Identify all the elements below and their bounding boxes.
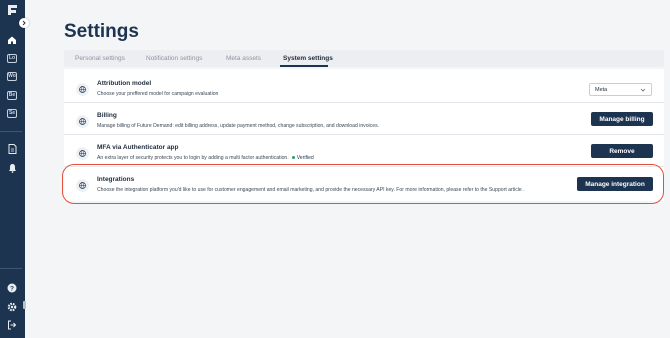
gear-icon[interactable] — [5, 300, 19, 314]
page-title: Settings — [64, 21, 139, 42]
tab-meta-assets[interactable]: Meta assets — [226, 55, 261, 62]
attribution-model-select[interactable]: Meta — [589, 83, 652, 96]
document-icon[interactable] — [5, 142, 19, 156]
tab-personal-settings[interactable]: Personal settings — [75, 55, 125, 62]
attribution-model-row: Attribution model Choose your preffered … — [64, 71, 664, 103]
mfa-row: MFA via Authenticator app An extra layer… — [64, 135, 664, 167]
bell-icon[interactable] — [5, 161, 19, 175]
globe-icon — [76, 147, 89, 160]
globe-icon — [76, 115, 89, 128]
billing-description: Manage billing of Future Demand: edit bi… — [97, 123, 380, 129]
logout-icon[interactable] — [5, 318, 19, 332]
sidebar-divider-bottom — [0, 268, 22, 269]
billing-title: Billing — [97, 112, 117, 119]
mfa-title: MFA via Authenticator app — [97, 144, 179, 151]
sidebar-item-wo[interactable]: Wo — [5, 69, 19, 83]
settings-tabs: Personal settings Notification settings … — [64, 50, 664, 67]
billing-row: Billing Manage billing of Future Demand:… — [64, 103, 664, 135]
sidebar-divider — [0, 131, 22, 132]
sidebar-item-se[interactable]: Se — [5, 106, 19, 120]
resize-handle[interactable] — [23, 301, 26, 309]
manage-billing-button[interactable]: Manage billing — [591, 112, 653, 126]
home-icon[interactable] — [5, 33, 19, 47]
attribution-model-title: Attribution model — [97, 80, 152, 87]
verified-badge: Verified — [291, 155, 314, 161]
app-logo-icon[interactable] — [5, 3, 19, 17]
help-icon[interactable]: ? — [5, 281, 19, 295]
remove-mfa-button[interactable]: Remove — [591, 144, 653, 158]
globe-icon — [76, 83, 89, 96]
integrations-highlight — [62, 164, 664, 204]
chevron-right-icon — [22, 20, 26, 26]
sidebar-collapse-button[interactable] — [19, 18, 29, 28]
sidebar-item-lo[interactable]: Lo — [5, 51, 19, 65]
tab-system-settings[interactable]: System settings — [283, 55, 333, 62]
mfa-description: An extra layer of security protects you … — [97, 155, 314, 161]
verified-dot-icon — [291, 155, 296, 160]
attribution-model-select-value: Meta — [595, 86, 608, 93]
chevron-down-icon — [640, 88, 646, 92]
active-tab-indicator — [280, 65, 328, 67]
tab-notification-settings[interactable]: Notification settings — [146, 55, 202, 62]
attribution-model-description: Choose your preffered model for campaign… — [97, 91, 219, 97]
svg-text:?: ? — [10, 285, 14, 292]
sidebar: Lo Wo Be Se ? — [0, 0, 25, 338]
sidebar-item-be[interactable]: Be — [5, 88, 19, 102]
